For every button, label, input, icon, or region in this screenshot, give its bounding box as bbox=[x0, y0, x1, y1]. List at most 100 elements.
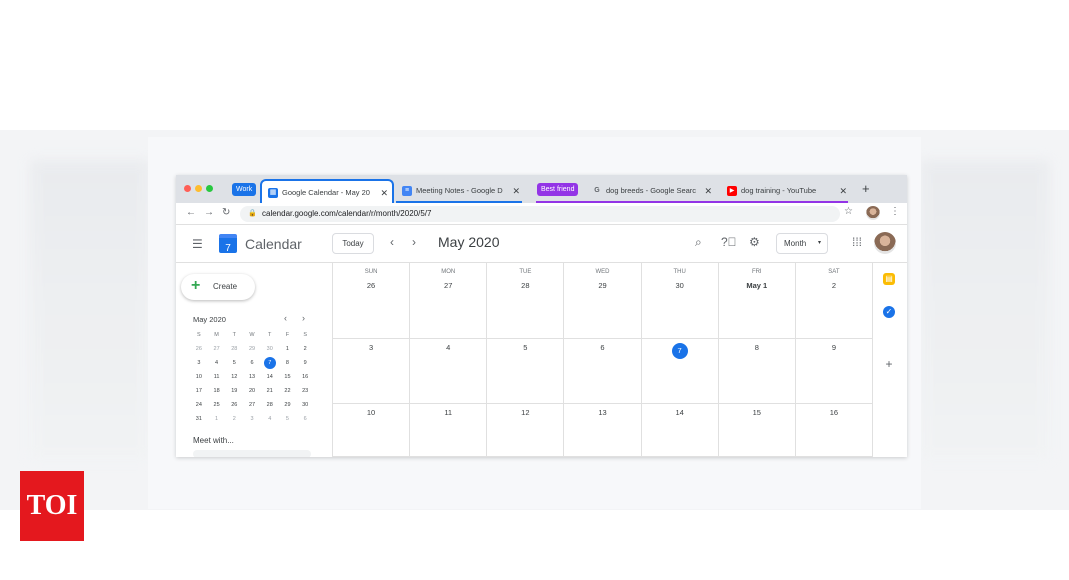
mini-day[interactable]: 3 bbox=[243, 412, 261, 426]
mini-day[interactable]: 29 bbox=[279, 398, 297, 412]
day-cell[interactable]: 3 bbox=[333, 339, 411, 404]
day-number[interactable]: 10 bbox=[333, 408, 409, 417]
mini-day[interactable]: 26 bbox=[225, 398, 243, 412]
view-switcher[interactable]: Month ▾ bbox=[776, 233, 828, 254]
today-marker[interactable]: 7 bbox=[671, 343, 688, 359]
day-cell[interactable]: 15 bbox=[718, 404, 796, 457]
mini-day[interactable]: 22 bbox=[279, 384, 297, 398]
mini-day[interactable]: 25 bbox=[208, 398, 226, 412]
day-number[interactable]: 6 bbox=[564, 343, 640, 352]
account-avatar[interactable] bbox=[874, 232, 896, 254]
day-number[interactable]: 9 bbox=[796, 343, 872, 352]
reload-icon[interactable]: ↻ bbox=[222, 207, 230, 218]
mini-day[interactable]: 30 bbox=[261, 342, 279, 356]
mini-day[interactable]: 2 bbox=[296, 342, 314, 356]
profile-avatar[interactable] bbox=[866, 206, 880, 220]
mini-day[interactable]: 15 bbox=[279, 370, 297, 384]
mini-day[interactable]: 2 bbox=[225, 412, 243, 426]
day-number[interactable]: 29 bbox=[564, 281, 640, 290]
mini-day[interactable]: 20 bbox=[243, 384, 261, 398]
url-input[interactable]: 🔒 calendar.google.com/calendar/r/month/2… bbox=[240, 206, 840, 222]
tasks-icon[interactable]: ✓ bbox=[883, 306, 895, 318]
mini-day[interactable]: 9 bbox=[296, 356, 314, 370]
close-window-icon[interactable] bbox=[184, 185, 191, 192]
close-tab-icon[interactable]: ✕ bbox=[380, 181, 388, 203]
tab-meeting-notes[interactable]: ≡ Meeting Notes - Google D ✕ bbox=[396, 179, 524, 203]
mini-day[interactable]: 5 bbox=[225, 356, 243, 370]
mini-day[interactable]: 6 bbox=[296, 412, 314, 426]
day-cell[interactable]: 10 bbox=[333, 404, 411, 457]
day-number[interactable]: 14 bbox=[642, 408, 718, 417]
day-number[interactable]: 3 bbox=[333, 343, 409, 352]
day-cell[interactable]: FRI May 1 bbox=[718, 263, 796, 339]
mini-day[interactable]: 14 bbox=[261, 370, 279, 384]
day-number[interactable]: 12 bbox=[487, 408, 563, 417]
day-cell[interactable]: SAT 2 bbox=[795, 263, 873, 339]
main-menu-icon[interactable]: ☰ bbox=[192, 237, 203, 251]
tab-dog-training[interactable]: ▶ dog training - YouTube ✕ bbox=[721, 179, 851, 203]
day-cell[interactable]: THU 30 bbox=[641, 263, 719, 339]
mini-day[interactable]: 27 bbox=[208, 342, 226, 356]
day-cell[interactable]: 13 bbox=[564, 404, 642, 457]
day-number[interactable]: 7 bbox=[642, 343, 718, 359]
mini-day[interactable]: 7 bbox=[261, 356, 279, 370]
mini-day[interactable]: 31 bbox=[190, 412, 208, 426]
mini-day[interactable]: 16 bbox=[296, 370, 314, 384]
mini-day[interactable]: 11 bbox=[208, 370, 226, 384]
keep-icon[interactable]: ▤ bbox=[883, 273, 895, 285]
day-number[interactable]: 28 bbox=[487, 281, 563, 290]
browser-menu-icon[interactable]: ⋮ bbox=[890, 206, 900, 217]
mini-day[interactable]: 18 bbox=[208, 384, 226, 398]
add-addon-icon[interactable]: + bbox=[883, 358, 895, 370]
mini-day[interactable]: 1 bbox=[208, 412, 226, 426]
day-cell[interactable]: SUN 26 bbox=[333, 263, 411, 339]
mini-day[interactable]: 21 bbox=[261, 384, 279, 398]
maximize-window-icon[interactable] bbox=[206, 185, 213, 192]
tab-group-best-friend[interactable]: Best friend bbox=[537, 183, 579, 196]
day-cell[interactable]: 11 bbox=[410, 404, 488, 457]
day-number[interactable]: 8 bbox=[719, 343, 795, 352]
day-cell[interactable]: 16 bbox=[795, 404, 873, 457]
mini-day[interactable]: 23 bbox=[296, 384, 314, 398]
mini-day[interactable]: 26 bbox=[190, 342, 208, 356]
search-people-input[interactable] bbox=[193, 450, 311, 457]
mini-day[interactable]: 17 bbox=[190, 384, 208, 398]
day-number[interactable]: 13 bbox=[564, 408, 640, 417]
previous-month-icon[interactable]: ‹ bbox=[390, 235, 394, 249]
day-number[interactable]: 27 bbox=[410, 281, 486, 290]
day-number[interactable]: 11 bbox=[410, 408, 486, 417]
create-button[interactable]: + Create bbox=[181, 274, 255, 300]
mini-day[interactable]: 8 bbox=[279, 356, 297, 370]
mini-day[interactable]: 3 bbox=[190, 356, 208, 370]
minimize-window-icon[interactable] bbox=[195, 185, 202, 192]
day-number[interactable]: 2 bbox=[796, 281, 872, 290]
search-icon[interactable]: ⌕ bbox=[695, 235, 702, 250]
back-icon[interactable]: ← bbox=[186, 207, 196, 218]
tab-google-calendar[interactable]: ▦ Google Calendar - May 20 ✕ bbox=[260, 179, 394, 203]
day-number[interactable]: 5 bbox=[487, 343, 563, 352]
day-cell[interactable]: 9 bbox=[795, 339, 873, 404]
mini-day[interactable]: 4 bbox=[261, 412, 279, 426]
mini-next-month-icon[interactable]: › bbox=[302, 313, 305, 323]
next-month-icon[interactable]: › bbox=[412, 235, 416, 249]
mini-day[interactable]: 27 bbox=[243, 398, 261, 412]
mini-prev-month-icon[interactable]: ‹ bbox=[284, 313, 287, 323]
tab-group-work[interactable]: Work bbox=[232, 183, 257, 196]
mini-day[interactable]: 6 bbox=[243, 356, 261, 370]
forward-icon[interactable]: → bbox=[204, 207, 214, 218]
day-number[interactable]: 15 bbox=[719, 408, 795, 417]
day-cell[interactable]: TUE 28 bbox=[487, 263, 565, 339]
settings-gear-icon[interactable]: ⚙ bbox=[749, 235, 760, 249]
apps-grid-icon[interactable]: ⁞⁞⁞ bbox=[852, 235, 862, 249]
day-cell[interactable]: 12 bbox=[487, 404, 565, 457]
tab-dog-breeds[interactable]: G dog breeds - Google Searc ✕ bbox=[586, 179, 716, 203]
mini-day[interactable]: 1 bbox=[279, 342, 297, 356]
mini-day[interactable]: 28 bbox=[225, 342, 243, 356]
mini-day[interactable]: 29 bbox=[243, 342, 261, 356]
today-button[interactable]: Today bbox=[332, 233, 374, 254]
mini-day[interactable]: 10 bbox=[190, 370, 208, 384]
bookmark-star-icon[interactable]: ☆ bbox=[844, 206, 853, 217]
day-cell[interactable]: 5 bbox=[487, 339, 565, 404]
close-tab-icon[interactable]: ✕ bbox=[512, 179, 520, 203]
day-cell[interactable]: MON 27 bbox=[410, 263, 488, 339]
